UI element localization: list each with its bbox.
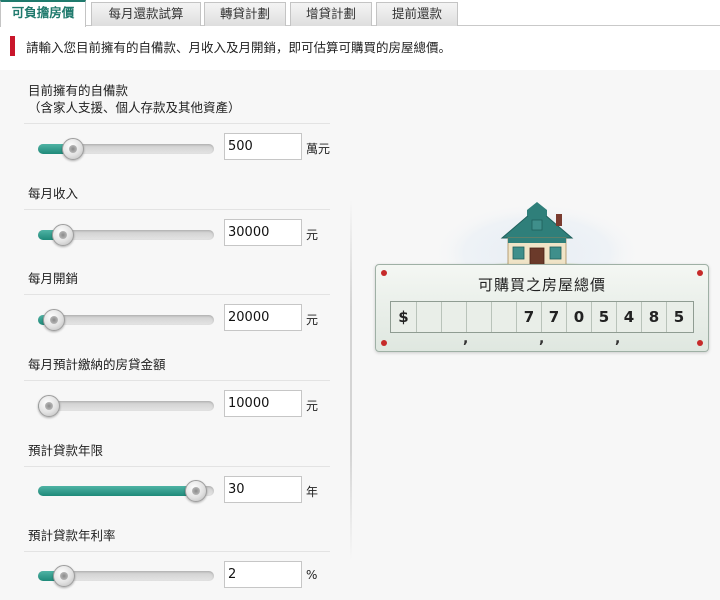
monthly-expenses-unit: 元 <box>306 313 319 327</box>
thousands-separator: , <box>539 331 545 347</box>
price-digit: 0 <box>566 302 591 332</box>
price-digit: 7 <box>516 302 541 332</box>
slider-knob-icon[interactable] <box>185 480 207 502</box>
price-digit: 4 <box>616 302 641 332</box>
tab-additional-loan-plan[interactable]: 增貸計劃 <box>290 2 372 26</box>
tab-bar: 可負擔房價 每月還款試算 轉貸計劃 增貸計劃 提前還款 <box>0 0 720 27</box>
divider-line <box>24 294 330 295</box>
divider-line <box>24 209 330 210</box>
slider-knob-icon[interactable] <box>53 565 75 587</box>
instruction-marker <box>10 36 15 56</box>
price-digit: 5 <box>591 302 616 332</box>
result-title: 可購買之房屋總價 <box>477 276 606 294</box>
tab-refinance-plan[interactable]: 轉貸計劃 <box>204 2 286 26</box>
interest-rate-input[interactable]: 2 <box>224 561 302 588</box>
tab-early-repayment[interactable]: 提前還款 <box>376 2 458 26</box>
slider-knob-icon[interactable] <box>38 395 60 417</box>
calculator-panel: 目前擁有的自備款 （含家人支援、個人存款及其他資產） 500 萬元 每月收入 3… <box>0 70 720 600</box>
rivet <box>697 340 703 346</box>
result-display: 可購買之房屋總價 $ 7 7 0 5 4 8 5 , , , <box>375 264 709 352</box>
price-digit <box>441 302 466 332</box>
divider-line <box>24 551 330 552</box>
down-payment-sublabel: （含家人支援、個人存款及其他資產） <box>28 100 241 115</box>
monthly-income-unit: 元 <box>306 228 319 242</box>
monthly-expenses-slider[interactable] <box>38 309 214 331</box>
down-payment-label: 目前擁有的自備款 <box>28 83 129 98</box>
price-digit: 7 <box>541 302 566 332</box>
divider-line <box>24 123 330 124</box>
price-digit: 8 <box>641 302 666 332</box>
monthly-mortgage-unit: 元 <box>306 399 319 413</box>
interest-rate-slider[interactable] <box>38 565 214 587</box>
monthly-expenses-label: 每月開銷 <box>28 271 79 286</box>
tab-monthly-repayment[interactable]: 每月還款試算 <box>91 2 201 26</box>
price-digit <box>416 302 441 332</box>
rivet <box>381 340 387 346</box>
price-digit-row: $ 7 7 0 5 4 8 5 <box>390 301 694 333</box>
divider-line <box>24 466 330 467</box>
monthly-income-input[interactable]: 30000 <box>224 219 302 246</box>
slider-knob-icon[interactable] <box>43 309 65 331</box>
price-digit: 5 <box>666 302 691 332</box>
divider-line <box>24 380 330 381</box>
loan-term-input[interactable]: 30 <box>224 476 302 503</box>
loan-term-label: 預計貸款年限 <box>28 443 104 458</box>
instruction-text: 請輸入您目前擁有的自備款、月收入及月開銷，即可估算可購買的房屋總價。 <box>26 40 452 55</box>
down-payment-input[interactable]: 500 <box>224 133 302 160</box>
monthly-expenses-input[interactable]: 20000 <box>224 304 302 331</box>
input-column: 目前擁有的自備款 （含家人支援、個人存款及其他資產） 500 萬元 每月收入 3… <box>0 70 352 600</box>
column-divider <box>350 200 352 560</box>
price-digit <box>491 302 516 332</box>
down-payment-unit: 萬元 <box>306 142 331 156</box>
slider-knob-icon[interactable] <box>62 138 84 160</box>
monthly-mortgage-slider[interactable] <box>38 395 214 417</box>
currency-symbol: $ <box>398 308 409 326</box>
monthly-income-slider[interactable] <box>38 224 214 246</box>
monthly-mortgage-input[interactable]: 10000 <box>224 390 302 417</box>
monthly-income-label: 每月收入 <box>28 186 79 201</box>
loan-term-slider[interactable] <box>38 480 214 502</box>
down-payment-slider[interactable] <box>38 138 214 160</box>
price-digit <box>466 302 491 332</box>
interest-rate-label: 預計貸款年利率 <box>28 528 116 543</box>
interest-rate-unit: % <box>306 568 318 582</box>
thousands-separator: , <box>463 331 469 347</box>
loan-term-unit: 年 <box>306 485 319 499</box>
tab-affordable-price[interactable]: 可負擔房價 <box>0 0 86 27</box>
slider-fill <box>38 486 196 496</box>
thousands-separator: , <box>615 331 621 347</box>
monthly-mortgage-label: 每月預計繳納的房貸金額 <box>28 357 166 372</box>
slider-knob-icon[interactable] <box>52 224 74 246</box>
